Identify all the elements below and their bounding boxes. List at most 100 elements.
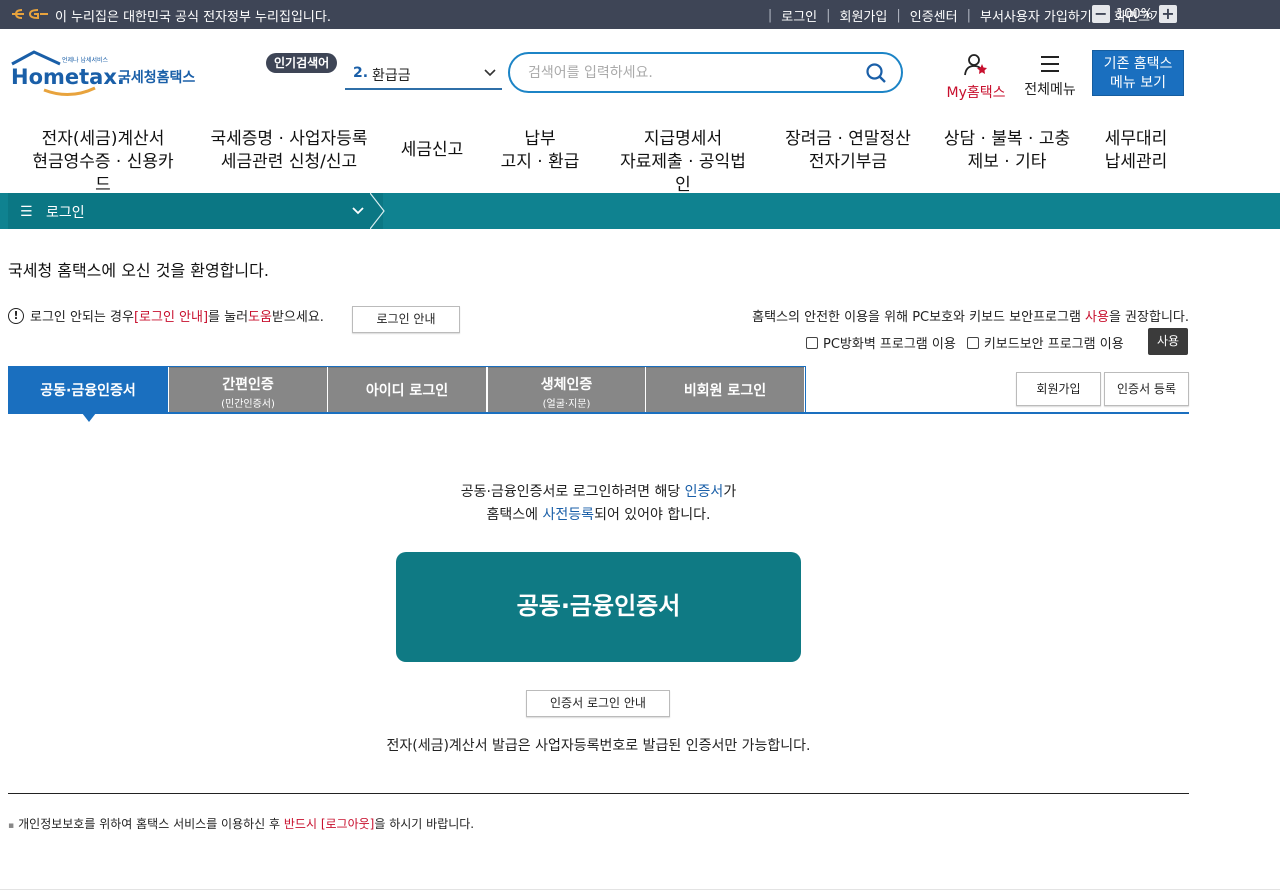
desc-cert-highlight: 인증서: [685, 484, 724, 500]
privacy-notice: ▪개인정보보호를 위하여 홈택스 서비스를 이용하신 후 반드시 [로그아웃]을…: [8, 815, 474, 832]
menu-lines-icon: ☰: [20, 204, 33, 220]
pc-firewall-option[interactable]: PC방화벽 프로그램 이용: [806, 333, 956, 352]
desc-preregister-highlight: 사전등록: [543, 507, 595, 523]
tab-id-login[interactable]: 아이디 로그인: [328, 367, 486, 413]
certificate-login-guide-button[interactable]: 인증서 로그인 안내: [526, 690, 670, 717]
page-bottom-border: [0, 889, 1280, 890]
location-label: 로그인: [46, 202, 85, 222]
desc-text: 되어 있어야 합니다.: [594, 507, 710, 523]
gnb-item-sublabel: 납세관리: [1105, 152, 1168, 172]
my-hometax-button[interactable]: My홈택스: [944, 53, 1008, 102]
gnb-item-counsel[interactable]: 상담 · 불복 · 고충 제보 · 기타: [942, 128, 1072, 174]
gnb-item-tax-filing[interactable]: 세금신고: [396, 139, 468, 162]
zoom-in-button[interactable]: +: [1159, 5, 1177, 23]
notice-guide-highlight: [로그인 안내]: [134, 306, 208, 325]
logo-korean-name: 국세청홈택스: [118, 69, 195, 86]
gnb-item-label: 상담 · 불복 · 고충: [944, 129, 1070, 149]
popular-term: 환급금: [372, 65, 411, 85]
popular-search-select[interactable]: 2. 환급금: [345, 60, 502, 90]
tab-certificate[interactable]: 공동·금융인증서: [8, 367, 168, 413]
user-icon: [963, 53, 989, 77]
keyboard-security-label: 키보드보안 프로그램 이용: [984, 333, 1124, 352]
exclamation-icon: !: [8, 308, 24, 324]
old-hometax-line1: 기존 홈택스: [1104, 56, 1173, 72]
tab-label: 공동·금융인증서: [9, 380, 167, 400]
util-login-link[interactable]: 로그인: [781, 6, 817, 25]
tab-biometric[interactable]: 생체인증 (얼굴·지문): [488, 367, 645, 413]
hometax-logo[interactable]: 언제나 납세서비스 Hometax. 국세청홈택스: [10, 50, 210, 100]
security-use-button[interactable]: 사용: [1148, 328, 1188, 355]
popular-search-label: 인기검색어: [266, 53, 337, 73]
gnb-item-label: 전자(세금)계산서: [42, 129, 165, 149]
gnb-item-label: 장려금 · 연말정산: [785, 129, 911, 149]
tab-label: 아이디 로그인: [328, 380, 486, 400]
chevron-down-icon: [484, 67, 496, 79]
gnb-item-label: 세무대리: [1105, 129, 1168, 149]
hometax-house-icon: 언제나 납세서비스 Hometax. 국세청홈택스: [10, 50, 210, 100]
breadcrumb-arrow-icon: [370, 193, 386, 229]
all-menu-label: 전체메뉴: [1020, 79, 1080, 99]
keyboard-security-checkbox[interactable]: [967, 337, 979, 349]
gov-banner-text: 이 누리집은 대한민국 공식 전자정부 누리집입니다.: [55, 6, 331, 25]
tab-guest-login[interactable]: 비회원 로그인: [646, 367, 804, 413]
security-text: 을 권장합니다.: [1109, 310, 1189, 325]
logo-tagline: 언제나 납세서비스: [62, 56, 109, 64]
location-bar: ☰ 로그인: [0, 193, 1280, 229]
security-text: 홈택스의 안전한 이용을 위해 PC보호와 키보드 보안프로그램: [752, 310, 1085, 325]
login-guide-button[interactable]: 로그인 안내: [352, 306, 460, 333]
search-box: [508, 52, 903, 93]
gnb-item-label: 납부: [524, 129, 555, 149]
desc-text: 가: [723, 484, 736, 500]
gnb-item-tax-agent[interactable]: 세무대리 납세관리: [1098, 128, 1174, 174]
gnb-item-sublabel: 현금영수증 · 신용카드: [32, 152, 173, 195]
util-join-link[interactable]: 회원가입: [840, 6, 888, 25]
notice-text: 로그인 안되는 경우: [30, 306, 134, 325]
gnb-item-statements[interactable]: 지급명세서 자료제출 · 공익법인: [614, 128, 752, 197]
tab-underline-right: [805, 412, 1189, 414]
tab-sublabel: (민간인증서): [169, 395, 327, 410]
tab-label: 생체인증: [488, 374, 645, 394]
security-checkboxes: PC방화벽 프로그램 이용 키보드보안 프로그램 이용: [806, 333, 1135, 352]
privacy-text: 을 하시기 바랍니다.: [374, 817, 474, 831]
gnb-item-invoice[interactable]: 전자(세금)계산서 현금영수증 · 신용카드: [28, 128, 178, 197]
util-dept-user-link[interactable]: 부서사용자 가입하기: [980, 6, 1092, 25]
tab-sublabel: (얼굴·지문): [488, 395, 645, 410]
notice-text: 를 눌러: [208, 306, 248, 325]
active-tab-pointer-icon: [82, 413, 96, 422]
gnb-item-payment[interactable]: 납부 고지 · 환급: [496, 128, 584, 174]
login-notice: ! 로그인 안되는 경우 [로그인 안내]를 눌러 도움받으세요.: [8, 306, 324, 325]
old-hometax-menu-button[interactable]: 기존 홈택스 메뉴 보기: [1092, 50, 1184, 96]
util-cert-center-link[interactable]: 인증센터: [910, 6, 958, 25]
gnb-item-incentive[interactable]: 장려금 · 연말정산 전자기부금: [784, 128, 912, 174]
keyboard-security-option[interactable]: 키보드보안 프로그램 이용: [967, 333, 1124, 352]
hamburger-icon: [1039, 53, 1061, 75]
join-button[interactable]: 회원가입: [1016, 372, 1101, 406]
security-notice: 홈택스의 안전한 이용을 위해 PC보호와 키보드 보안프로그램 사용을 권장합…: [752, 306, 1189, 325]
old-hometax-line2: 메뉴 보기: [1110, 75, 1166, 91]
pc-firewall-label: PC방화벽 프로그램 이용: [823, 333, 956, 352]
search-icon[interactable]: [865, 62, 887, 84]
egov-logo-icon: [10, 6, 50, 22]
tax-invoice-note: 전자(세금)계산서 발급은 사업자등록번호로 발급된 인증서만 가능합니다.: [0, 735, 1197, 755]
tab-label: 비회원 로그인: [646, 380, 804, 400]
gov-banner: 이 누리집은 대한민국 공식 전자정부 누리집입니다. | 로그인 | 회원가입…: [0, 0, 1280, 29]
zoom-out-button[interactable]: −: [1092, 5, 1110, 23]
main-navigation: 전자(세금)계산서 현금영수증 · 신용카드 국세증명 · 사업자등록 세금관련…: [0, 128, 1280, 176]
divider: [8, 793, 1189, 794]
zoom-control: − 100% +: [1092, 5, 1177, 23]
search-input[interactable]: [528, 63, 848, 83]
chevron-down-icon[interactable]: [352, 205, 364, 217]
gnb-item-certificate[interactable]: 국세증명 · 사업자등록 세금관련 신청/신고: [210, 128, 368, 174]
all-menu-button[interactable]: 전체메뉴: [1020, 53, 1080, 99]
tab-label: 간편인증: [169, 374, 327, 394]
tab-underline: [8, 412, 808, 414]
gnb-item-label: 국세증명 · 사업자등록: [211, 129, 368, 149]
notice-text: 받으세요.: [272, 306, 324, 325]
cert-register-button[interactable]: 인증서 등록: [1104, 372, 1189, 406]
gnb-item-label: 지급명세서: [644, 129, 722, 149]
pc-firewall-checkbox[interactable]: [806, 337, 818, 349]
certificate-login-button[interactable]: 공동·금융인증서: [396, 552, 801, 662]
desc-text: 공동·금융인증서로 로그인하려면 해당: [461, 484, 685, 500]
certificate-description: 공동·금융인증서로 로그인하려면 해당 인증서가 홈택스에 사전등록되어 있어야…: [0, 481, 1197, 527]
tab-simple-auth[interactable]: 간편인증 (민간인증서): [169, 367, 327, 413]
